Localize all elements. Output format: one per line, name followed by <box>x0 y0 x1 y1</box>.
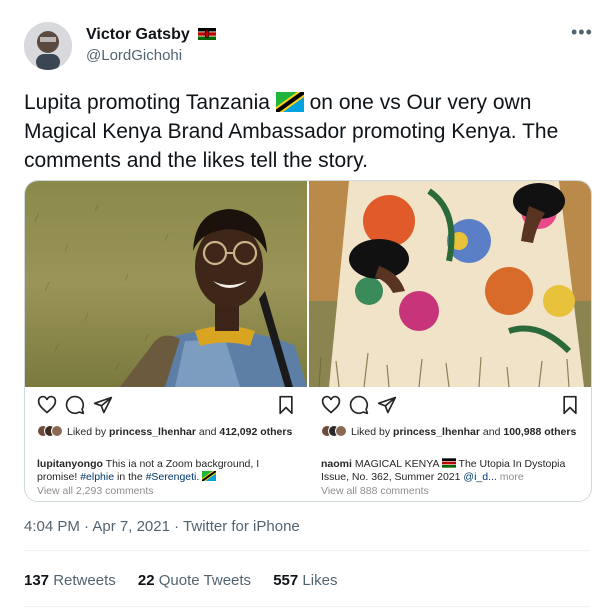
avatar[interactable] <box>24 22 72 70</box>
liked-by-right: Liked by princess_lhenhar and 100,988 ot… <box>321 425 583 439</box>
post-photo-left[interactable] <box>25 181 307 387</box>
tweet-media[interactable]: Liked by princess_lhenhar and 412,092 ot… <box>24 180 592 502</box>
heart-icon[interactable] <box>321 395 341 415</box>
heart-icon[interactable] <box>37 395 57 415</box>
user-name[interactable]: Victor Gatsby <box>86 26 217 44</box>
comment-icon[interactable] <box>65 395 85 415</box>
instagram-post-left[interactable]: Liked by princess_lhenhar and 412,092 ot… <box>25 181 307 501</box>
comment-icon[interactable] <box>349 395 369 415</box>
liked-by-left: Liked by princess_lhenhar and 412,092 ot… <box>37 425 299 439</box>
tweet-time[interactable]: 4:04 PM <box>24 518 80 535</box>
tanzania-flag-icon <box>202 471 217 481</box>
view-all-comments-left[interactable]: View all 2,293 comments <box>37 485 154 497</box>
bookmark-icon[interactable] <box>277 395 295 415</box>
kenya-flag-icon <box>441 458 456 468</box>
instagram-post-right[interactable]: Liked by princess_lhenhar and 100,988 ot… <box>309 181 591 501</box>
tweet-date[interactable]: Apr 7, 2021 <box>92 518 170 535</box>
tweet-text: Lupita promoting Tanzania on one vs Our … <box>24 91 559 172</box>
likes-stat[interactable]: 557 Likes <box>273 572 337 589</box>
kenya-flag-icon <box>198 28 217 40</box>
quote-tweets-stat[interactable]: 22 Quote Tweets <box>138 572 251 589</box>
tweet: Victor Gatsby @LordGichohi ••• Lupita pr… <box>0 0 612 616</box>
liker-avatars <box>321 425 347 437</box>
post-photo-right[interactable] <box>309 181 591 387</box>
retweets-stat[interactable]: 137 Retweets <box>24 572 116 589</box>
user-handle[interactable]: @LordGichohi <box>86 47 182 64</box>
share-icon[interactable] <box>377 395 397 415</box>
caption-right: naomi MAGICAL KENYA The Utopia In Dystop… <box>321 458 566 483</box>
view-all-comments-right[interactable]: View all 888 comments <box>321 485 429 497</box>
more-dots-icon[interactable]: ••• <box>571 22 593 43</box>
caption-left: lupitanyongo This ia not a Zoom backgrou… <box>37 458 260 483</box>
tweet-meta: 4:04 PM · Apr 7, 2021 · Twitter for iPho… <box>24 518 300 535</box>
divider <box>24 550 590 551</box>
post-actions-right <box>321 395 581 415</box>
tanzania-flag-icon <box>275 92 304 112</box>
post-actions-left <box>37 395 297 415</box>
bookmark-icon[interactable] <box>561 395 579 415</box>
share-icon[interactable] <box>93 395 113 415</box>
divider <box>24 606 590 607</box>
tweet-stats: 137 Retweets 22 Quote Tweets 557 Likes <box>24 572 355 589</box>
tweet-source[interactable]: Twitter for iPhone <box>183 518 300 535</box>
liker-avatars <box>37 425 63 437</box>
